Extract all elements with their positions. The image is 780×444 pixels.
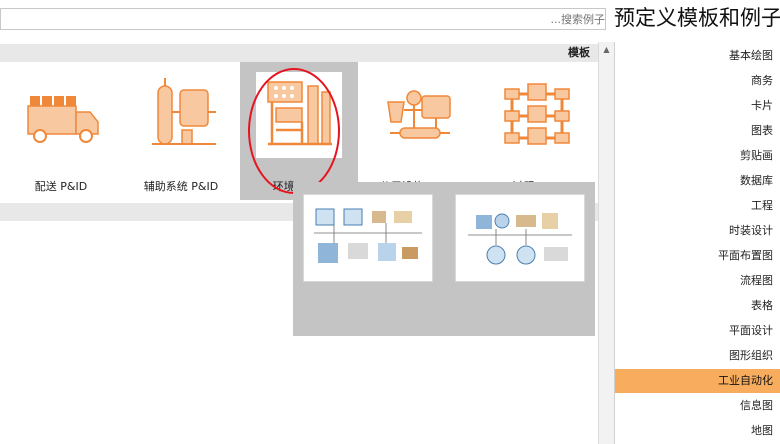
search-box[interactable] [0,8,615,30]
template-label: 配送 P&ID [34,180,88,193]
page-title: 预定义模板和例子 [614,6,780,30]
sidebar-item-infographic[interactable]: 信息图 [615,394,780,418]
sidebar-item-map[interactable]: 地图 [615,419,780,443]
scroll-up-arrow-icon[interactable]: ▲ [599,44,614,56]
content-scrollbar[interactable]: ▲ [598,42,614,444]
template-process-pid[interactable]: 过程P&ID [478,62,596,200]
sidebar-item-engineering[interactable]: 工程 [615,194,780,218]
template-utility-pid[interactable]: 公用设施 P&ID [358,62,476,200]
sidebar-item-flowchart[interactable]: 流程图 [615,269,780,293]
template-delivery-pid[interactable]: 配送 P&ID [2,62,120,200]
sidebar-item-graphic-design[interactable]: 平面设计 [615,319,780,343]
pipeline-diagram-icon [494,72,580,158]
examples-gallery [293,182,595,336]
search-input[interactable] [1,9,615,29]
sidebar-item-floor-plan[interactable]: 平面布置图 [615,244,780,268]
delivery-truck-icon [18,72,104,158]
sidebar-item-clipart[interactable]: 剪贴画 [615,144,780,168]
template-auxiliary-pid[interactable]: 辅助系统 P&ID [122,62,240,200]
sidebar-item-tables[interactable]: 表格 [615,294,780,318]
template-label: 辅助系统 P&ID [143,180,219,193]
templates-section-header: 模板 [0,44,598,62]
highlight-annotation [248,68,340,194]
sidebar-item-industrial-automation[interactable]: 工业自动化 [615,369,780,393]
category-sidebar: 基本绘图 商务 卡片 图表 剪贴画 数据库 工程 时装设计 平面布置图 流程图 … [614,42,780,444]
sidebar-item-fashion-design[interactable]: 时装设计 [615,219,780,243]
example-thumbnail[interactable] [303,194,433,282]
sidebar-item-cards[interactable]: 卡片 [615,94,780,118]
auxiliary-system-icon [138,72,224,158]
utility-equipment-icon [374,72,460,158]
sidebar-item-basic-drawing[interactable]: 基本绘图 [615,44,780,68]
sidebar-item-charts[interactable]: 图表 [615,119,780,143]
sidebar-item-business[interactable]: 商务 [615,69,780,93]
sidebar-item-graphic-organizer[interactable]: 图形组织 [615,344,780,368]
example-thumbnail[interactable] [455,194,585,282]
sidebar-item-database[interactable]: 数据库 [615,169,780,193]
